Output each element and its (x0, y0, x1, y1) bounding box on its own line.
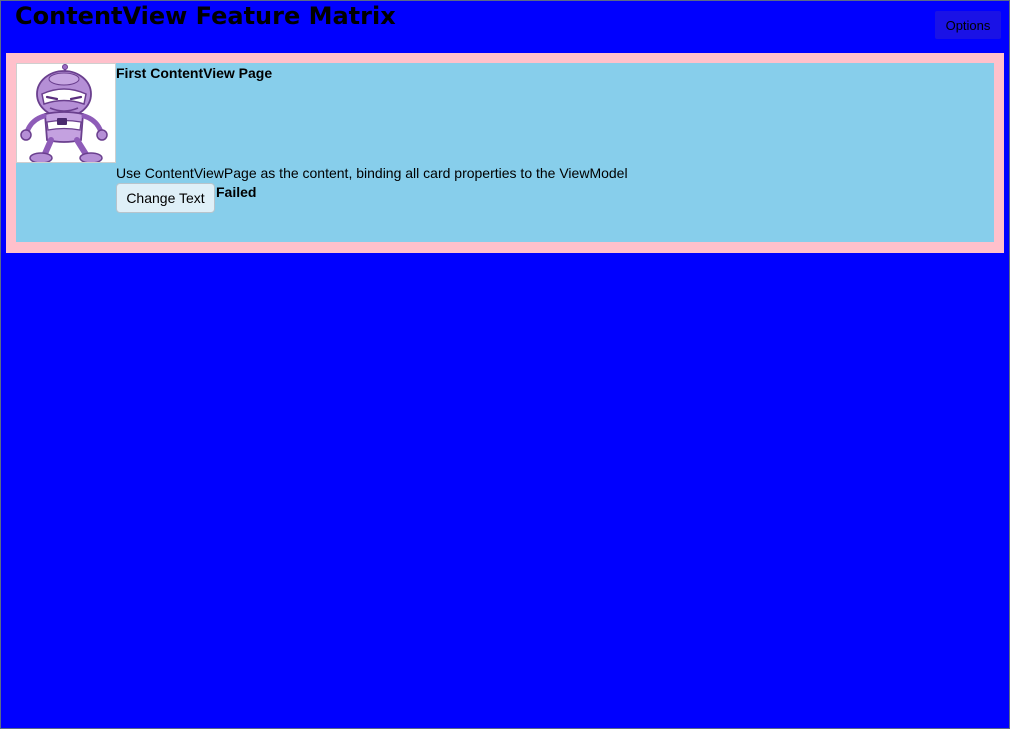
card-content: First ContentView Page Use ContentViewPa… (16, 63, 994, 242)
options-button[interactable]: Options (935, 11, 1001, 39)
card-description: Use ContentViewPage as the content, bind… (116, 165, 628, 181)
status-label: Failed (216, 184, 257, 200)
card-image (16, 63, 116, 163)
card-title: First ContentView Page (116, 65, 273, 81)
page-title: ContentView Feature Matrix (15, 2, 396, 30)
content-view-card: First ContentView Page Use ContentViewPa… (6, 53, 1004, 253)
dotnet-bot-robot-icon (20, 64, 108, 162)
change-text-button[interactable]: Change Text (116, 183, 215, 213)
